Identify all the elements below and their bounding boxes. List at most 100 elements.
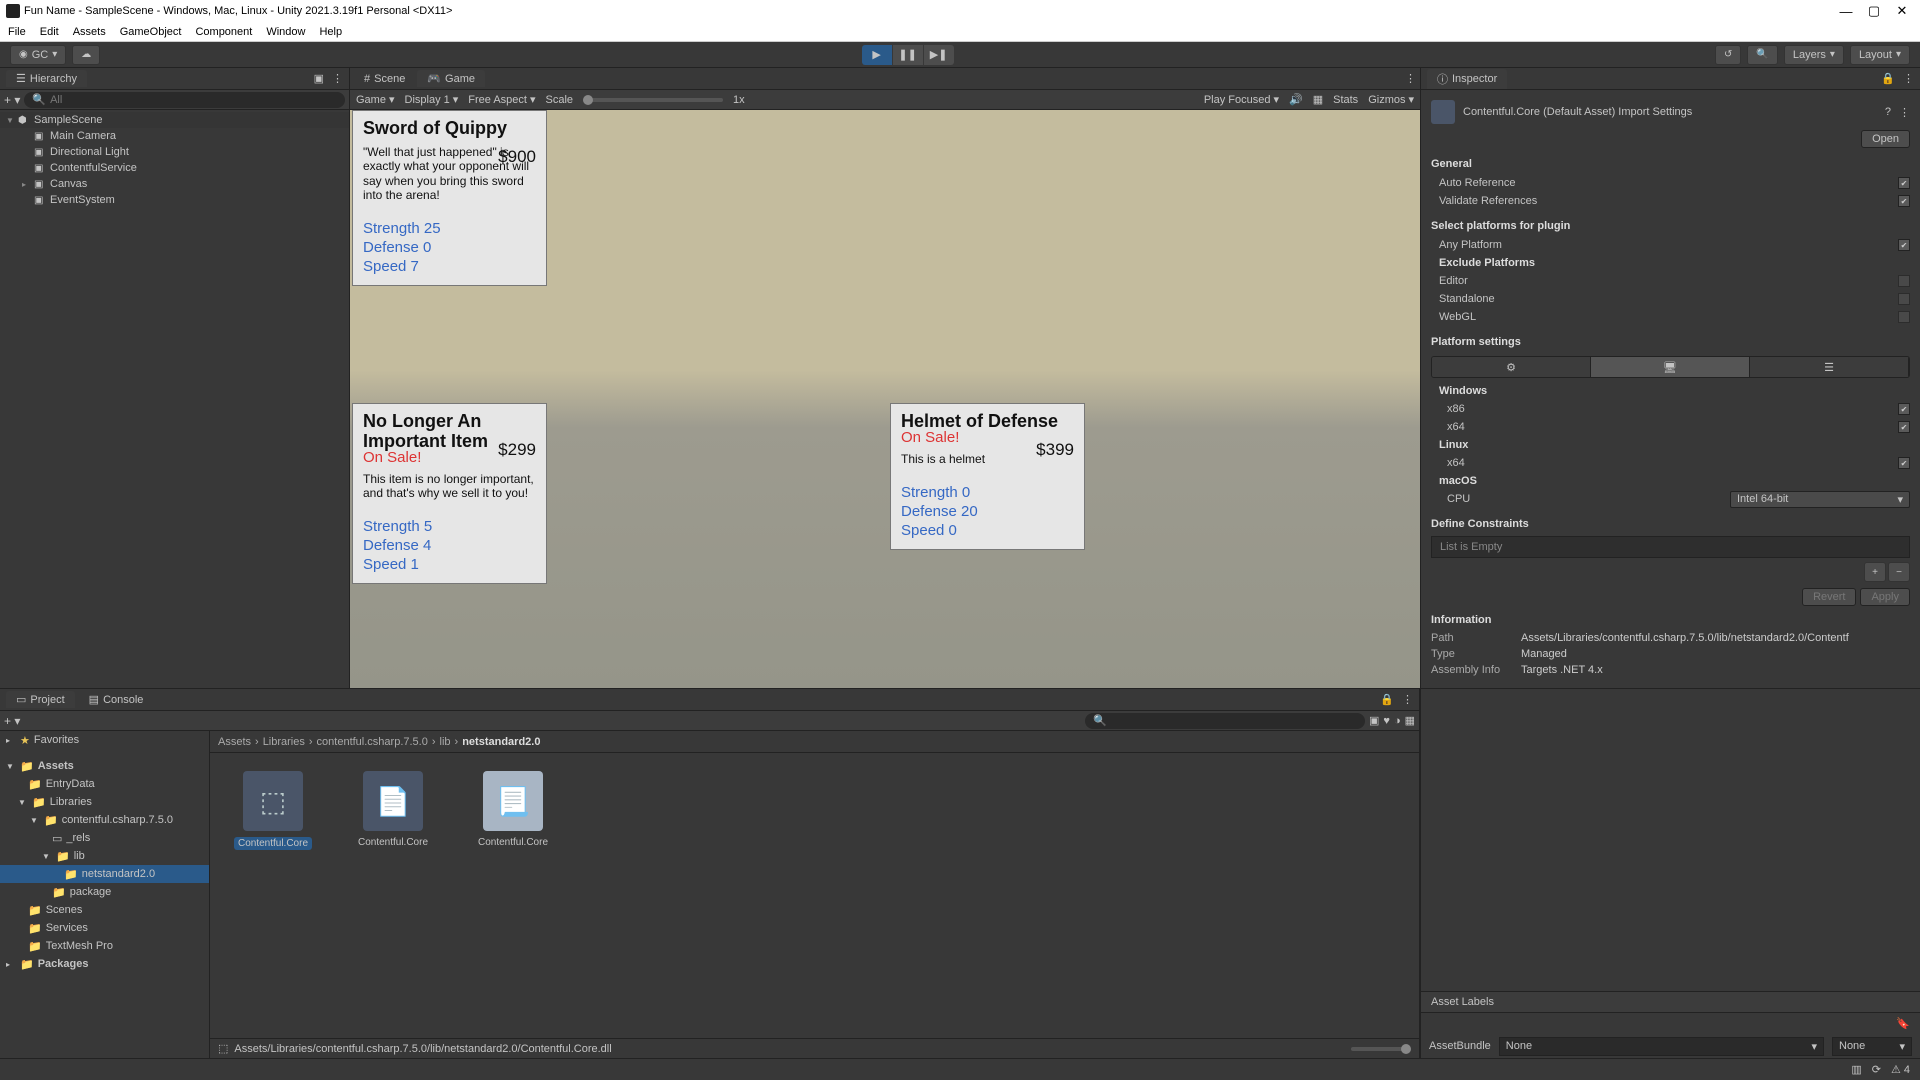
project-tab[interactable]: ▭ Project [6,691,75,708]
packages-row[interactable]: ▸📁Packages [0,955,209,973]
apply-button[interactable]: Apply [1860,588,1910,606]
breadcrumb-item[interactable]: Libraries [263,736,305,748]
hierarchy-item[interactable]: ▣ContentfulService [0,160,349,176]
asset-labels-header[interactable]: Asset Labels [1421,991,1920,1013]
status-icon[interactable]: ⚠ 4 [1891,1063,1910,1076]
pause-button[interactable]: ❚❚ [893,45,923,65]
mute-icon[interactable]: 🔊 [1289,93,1303,106]
minimize-button[interactable]: — [1834,1,1858,21]
undo-history-button[interactable]: ↺ [1715,45,1741,65]
tree-item[interactable]: ▼📁Libraries [0,793,209,811]
hierarchy-tab[interactable]: ☰ Hierarchy [6,70,87,87]
scene-tab[interactable]: # Scene [354,71,415,87]
scale-slider[interactable] [583,98,723,102]
standalone-checkbox[interactable] [1898,293,1910,305]
account-button[interactable]: ◉ GC ▾ [10,45,66,65]
favorite-icon[interactable]: ♥ [1383,715,1390,727]
layers-dropdown[interactable]: Layers ▾ [1784,45,1844,65]
inspector-tab[interactable]: ⓘ Inspector [1427,69,1507,89]
menu-help[interactable]: Help [319,26,342,38]
game-mode-dropdown[interactable]: Game ▾ [356,93,395,106]
assetbundle-variant-dropdown[interactable]: None▾ [1832,1037,1912,1056]
panel-menu-icon[interactable]: ⋮ [332,72,343,85]
lock-icon[interactable]: 🔒 [1881,72,1895,85]
close-button[interactable]: ✕ [1890,1,1914,21]
project-search[interactable]: 🔍 [1085,713,1365,729]
step-button[interactable]: ▶❚ [924,45,954,65]
cpu-dropdown[interactable]: Intel 64-bit▾ [1730,491,1910,508]
maximize-button[interactable]: ▢ [1862,1,1886,21]
constraints-remove-button[interactable]: − [1888,562,1910,582]
game-tab[interactable]: 🎮 Game [417,70,485,87]
tree-item-selected[interactable]: 📁netstandard2.0 [0,865,209,883]
panel-maximize-icon[interactable]: ▣ [314,72,324,85]
panel-menu-icon[interactable]: ⋮ [1402,693,1413,706]
tree-item[interactable]: 📁EntryData [0,775,209,793]
x64-win-checkbox[interactable] [1898,421,1910,433]
platform-tab-server[interactable]: ☰ [1750,357,1909,377]
tree-item[interactable]: ▼📁lib [0,847,209,865]
aspect-dropdown[interactable]: Free Aspect ▾ [468,93,535,106]
editor-checkbox[interactable] [1898,275,1910,287]
assetbundle-dropdown[interactable]: None▾ [1499,1037,1824,1056]
platform-tab-standalone[interactable]: 🖥 [1591,357,1750,377]
filter-icon[interactable]: ▣ [1369,714,1379,727]
hidden-icon[interactable]: ◑ [1394,715,1401,727]
validate-references-checkbox[interactable] [1898,195,1910,207]
breadcrumb-item[interactable]: Assets [218,736,251,748]
assets-row[interactable]: ▼📁Assets [0,757,209,775]
asset-item[interactable]: 📄Contentful.Core [348,771,438,848]
menu-file[interactable]: File [8,26,26,38]
panel-menu-icon[interactable]: ⋮ [1405,72,1416,85]
menu-assets[interactable]: Assets [73,26,106,38]
tree-item[interactable]: ▼📁contentful.csharp.7.5.0 [0,811,209,829]
tree-item[interactable]: 📁Scenes [0,901,209,919]
create-dropdown[interactable]: + ▾ [4,714,20,728]
menu-gameobject[interactable]: GameObject [120,26,182,38]
menu-component[interactable]: Component [195,26,252,38]
panel-menu-icon[interactable]: ⋮ [1903,72,1914,85]
layout-dropdown[interactable]: Layout ▾ [1850,45,1910,65]
breadcrumb-item[interactable]: contentful.csharp.7.5.0 [317,736,428,748]
play-button[interactable]: ▶ [862,45,892,65]
display-dropdown[interactable]: Display 1 ▾ [405,93,459,106]
platform-tab-editor[interactable]: ⚙ [1432,357,1591,377]
favorites-row[interactable]: ▸★Favorites [0,731,209,749]
layout-icon[interactable]: ▦ [1405,714,1415,727]
label-icon[interactable]: 🔖 [1896,1017,1910,1030]
auto-reference-checkbox[interactable] [1898,177,1910,189]
cloud-button[interactable]: ☁ [72,45,100,65]
hierarchy-item[interactable]: ▣Directional Light [0,144,349,160]
help-icon[interactable]: ? [1885,106,1891,118]
menu-edit[interactable]: Edit [40,26,59,38]
status-icon[interactable]: ⟳ [1872,1063,1881,1076]
gizmos-dropdown[interactable]: Gizmos ▾ [1368,93,1414,106]
hierarchy-item[interactable]: ▣EventSystem [0,192,349,208]
focus-dropdown[interactable]: Play Focused ▾ [1204,93,1279,106]
breadcrumb-item[interactable]: netstandard2.0 [462,736,540,748]
hierarchy-item[interactable]: ▣Main Camera [0,128,349,144]
open-button[interactable]: Open [1861,130,1910,148]
revert-button[interactable]: Revert [1802,588,1856,606]
asset-item[interactable]: 📃Contentful.Core [468,771,558,848]
x64-linux-checkbox[interactable] [1898,457,1910,469]
tree-item[interactable]: 📁Services [0,919,209,937]
create-dropdown[interactable]: + ▾ [4,93,20,107]
webgl-checkbox[interactable] [1898,311,1910,323]
stats-toggle[interactable]: Stats [1333,94,1358,106]
thumbnail-size-slider[interactable] [1351,1047,1411,1051]
status-icon[interactable]: ▥ [1851,1063,1861,1076]
tree-item[interactable]: 📁package [0,883,209,901]
breadcrumb-item[interactable]: lib [440,736,451,748]
hierarchy-search[interactable]: 🔍All [24,92,345,108]
scene-row[interactable]: ▼⬢SampleScene [0,112,349,128]
preset-icon[interactable]: ⋮ [1899,106,1910,119]
console-tab[interactable]: ▤ Console [79,691,154,708]
search-button[interactable]: 🔍 [1747,45,1777,65]
tree-item[interactable]: 📁TextMesh Pro [0,937,209,955]
lock-icon[interactable]: 🔒 [1380,693,1394,706]
menu-window[interactable]: Window [266,26,305,38]
constraints-add-button[interactable]: + [1864,562,1886,582]
vsync-icon[interactable]: ▦ [1313,93,1323,106]
x86-checkbox[interactable] [1898,403,1910,415]
